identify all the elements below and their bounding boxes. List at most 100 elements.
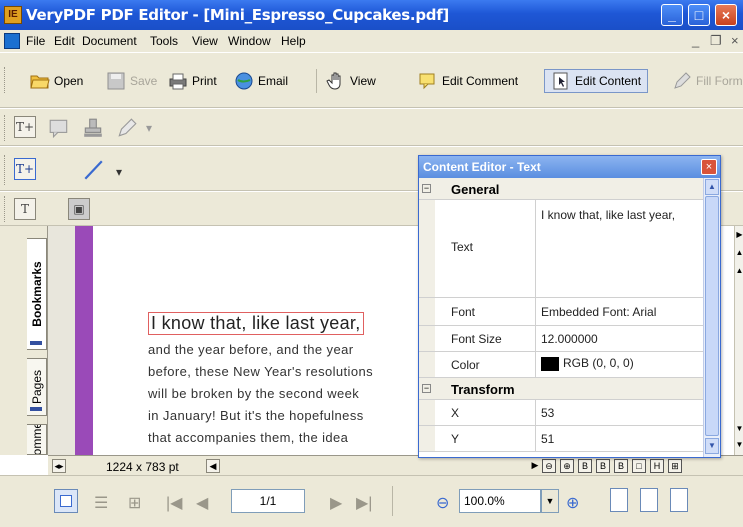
scroll-page-down-icon[interactable]: ▼ [735,440,743,450]
content-editor-close-button[interactable]: × [701,159,717,175]
view-mode-2-icon[interactable]: B [596,459,610,473]
zoom-dropdown-icon[interactable]: ▼ [541,489,559,513]
document-text-line[interactable]: that accompanies them, the idea [148,430,348,445]
scroll-page-up-icon[interactable]: ▲ [735,248,743,258]
property-row-color[interactable]: Color RGB (0, 0, 0) [419,352,703,378]
pencil-icon[interactable] [116,117,138,139]
last-page-icon[interactable]: ▶| [356,493,372,513]
collapse-icon[interactable]: − [422,384,431,393]
fit-page-icon[interactable] [610,488,628,512]
continuous-view-icon[interactable]: ☰ [94,493,108,513]
document-text-line[interactable]: before, these New Year's resolutions [148,364,373,379]
scroll-up-icon[interactable]: ▲ [735,266,743,276]
stamp-icon[interactable] [82,117,104,139]
scroll-down-icon[interactable]: ▼ [705,438,719,454]
folder-open-icon [30,75,50,89]
document-text-line[interactable]: and the year before, and the year [148,342,353,357]
email-button[interactable]: Email [234,69,288,93]
content-editor-title[interactable]: Content Editor - Text [419,156,720,178]
image-select-icon[interactable]: ▣ [68,198,90,220]
scroll-up-icon[interactable]: ▲ [705,179,719,195]
zoom-in-icon[interactable]: ⊕ [566,493,579,513]
minimize-button[interactable]: _ [661,4,683,26]
scroll-right-icon[interactable]: ▶ [735,230,743,240]
menu-view[interactable]: View [192,34,218,48]
line-dropdown-icon[interactable]: ▾ [116,165,122,179]
property-row-x[interactable]: X 53 [419,400,703,426]
menu-help[interactable]: Help [281,34,306,48]
save-button[interactable]: Save [106,69,157,93]
zoom-in-small-icon[interactable]: ⊕ [560,459,574,473]
property-value-x[interactable]: 53 [541,406,699,420]
scroll-right-arrow-icon[interactable]: ▶ [528,459,542,473]
property-row-font-size[interactable]: Font Size 12.000000 [419,326,703,352]
mdi-close-icon[interactable]: × [731,33,739,48]
previous-page-icon[interactable]: ◀ [196,493,208,513]
close-button[interactable]: × [715,4,737,26]
print-button[interactable]: Print [168,69,217,93]
document-text-line[interactable]: in January! But it's the hopefulness [148,408,364,423]
edit-content-label: Edit Content [575,74,642,88]
open-button[interactable]: Open [30,69,83,93]
tab-marker [30,341,42,345]
zoom-input[interactable]: 100.0% [459,489,541,513]
property-row-y[interactable]: Y 51 [419,426,703,452]
property-row-text[interactable]: Text I know that, like last year, [419,200,703,298]
document-text-line[interactable]: will be broken by the second week [148,386,359,401]
pencil-dropdown-icon[interactable]: ▾ [146,121,152,135]
property-value-text[interactable]: I know that, like last year, [541,208,699,222]
vertical-scrollbar[interactable]: ▶ ▲ ▲ ▼ ▼ [734,226,743,455]
single-page-icon[interactable]: □ [632,459,646,473]
selected-text-block[interactable]: I know that, like last year, [148,312,364,335]
text-select-icon[interactable]: T [14,198,36,220]
line-tool-icon[interactable] [82,159,104,181]
split-handle-icon[interactable]: ◂▸ [52,459,66,473]
edit-comment-button[interactable]: Edit Comment [418,69,518,93]
mdi-restore-icon[interactable]: ❐ [710,33,722,49]
tab-bookmarks[interactable]: Bookmarks [27,238,47,350]
navigation-bar: ☰ ⊞ |◀ ◀ 1/1 ▶ ▶| ⊖ 100.0% ▼ ⊕ [0,475,743,527]
next-page-icon[interactable]: ▶ [330,493,342,513]
zoom-out-small-icon[interactable]: ⊖ [542,459,556,473]
menu-file[interactable]: File [26,34,45,48]
fit-width-icon[interactable] [640,488,658,512]
property-value-font-size[interactable]: 12.000000 [541,332,699,346]
menu-document[interactable]: Document [82,34,137,48]
collapse-icon[interactable]: − [422,184,431,193]
first-page-icon[interactable]: |◀ [166,493,182,513]
note-icon[interactable] [48,117,70,139]
menu-edit[interactable]: Edit [54,34,75,48]
scroll-down-icon[interactable]: ▼ [735,424,743,434]
view-button[interactable]: View [326,69,376,93]
view-mode-1-icon[interactable]: B [578,459,592,473]
actual-size-icon[interactable] [670,488,688,512]
category-general[interactable]: − General [419,178,703,200]
fill-form-button[interactable]: Fill Form [672,69,743,93]
facing-view-icon[interactable]: ⊞ [128,493,141,513]
mdi-minimize-icon[interactable]: _ [692,33,699,48]
property-value-font[interactable]: Embedded Font: Arial [541,305,699,319]
two-page-icon[interactable]: H [650,459,664,473]
scroll-thumb[interactable] [705,196,719,436]
page-number-input[interactable]: 1/1 [231,489,305,513]
single-page-view-button[interactable] [54,489,78,513]
edit-content-button[interactable]: Edit Content [544,69,649,93]
grid-page-icon[interactable]: ⊞ [668,459,682,473]
zoom-out-icon[interactable]: ⊖ [436,493,449,513]
property-grid-scrollbar[interactable]: ▲ ▼ [703,178,720,457]
document-icon[interactable] [4,33,20,49]
text-box-icon[interactable]: T+ [14,116,36,138]
maximize-button[interactable]: □ [688,4,710,26]
property-value-color[interactable]: RGB (0, 0, 0) [541,356,699,371]
menu-tools[interactable]: Tools [150,34,178,48]
property-value-y[interactable]: 51 [541,432,699,446]
view-mode-3-icon[interactable]: B [614,459,628,473]
menu-window[interactable]: Window [228,34,271,48]
category-transform[interactable]: − Transform [419,378,703,400]
property-row-font[interactable]: Font Embedded Font: Arial [419,298,703,326]
tab-comments[interactable]: Comments [27,424,47,455]
scroll-left-icon[interactable]: ◀ [206,459,220,473]
add-text-icon[interactable]: T+ [14,158,36,180]
save-label: Save [130,74,158,88]
tab-pages[interactable]: Pages [27,358,47,416]
